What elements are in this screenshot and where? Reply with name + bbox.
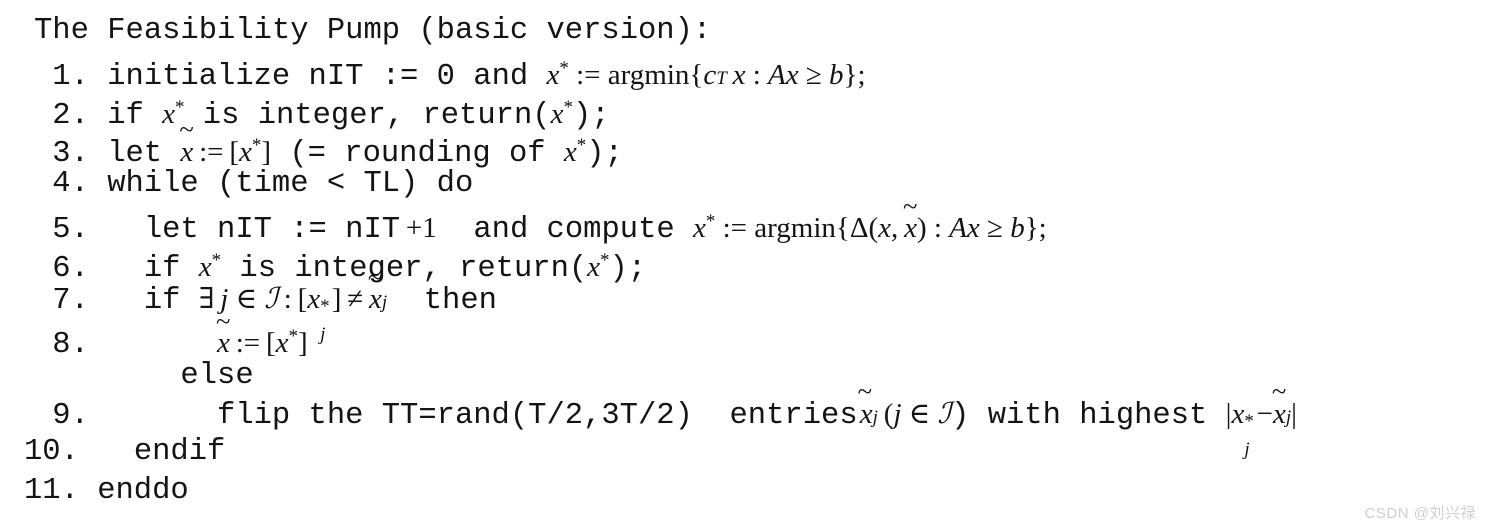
step-5-x-tilde: ~ x (903, 190, 918, 245)
step-number-9: 9. (52, 398, 89, 433)
step-7-exists: ∃ (198, 283, 215, 316)
step-number-8: 8. (52, 328, 89, 363)
algorithm-step-9: 9. flip the TT=rand(T/2,3T/2) entries ~ x j… (0, 376, 1488, 460)
step-7-x-star-j: x * j (307, 283, 330, 346)
step-1-A: A (768, 59, 786, 92)
algorithm-step-10: 10. endif (0, 433, 1488, 471)
step-9-x-tilde-2: ~ x (1271, 376, 1287, 430)
algorithm-step-5: 5. let nIT := nIT +1 and compute x* := a… (0, 193, 1488, 248)
step-7-if: if (143, 284, 199, 319)
step-7-element-of: ∈ (235, 283, 258, 316)
algorithm-block: The Feasibility Pump (basic version): 1.… (0, 0, 1488, 510)
algorithm-step-1: 1. initialize nIT := 0 and x* := argmin{… (0, 50, 1488, 94)
step-7-I-cal: ℐ (264, 283, 278, 316)
step-1-c: c (703, 59, 717, 92)
step-6-x-star-2: x* (587, 249, 610, 283)
step-1-b: b (829, 59, 844, 92)
step-7-lbracket: [ (297, 283, 308, 316)
step-5-A: A (949, 212, 967, 245)
step-3-x-tilde: ~ x (179, 114, 194, 168)
step-7-then: then (387, 284, 497, 319)
step-1-assign-op: := (576, 59, 601, 92)
step-8-lbracket: [ (265, 327, 276, 360)
step-7-x-tilde-j: ~ x (367, 261, 383, 316)
step-9-x-tilde: ~ x (857, 376, 873, 430)
step-number-7: 7. (52, 284, 89, 319)
step-5-b: b (1010, 212, 1025, 245)
step-5-x: x (878, 212, 892, 245)
step-5-lbrace: { (835, 212, 850, 245)
step-9-with-highest: ) with highest (951, 398, 1226, 433)
step-1-argmin: argmin (607, 59, 690, 92)
step-5-lparen: ( (868, 212, 879, 245)
algorithm-title: The Feasibility Pump (basic version): (34, 14, 712, 48)
step-number-4: 4. (52, 167, 89, 202)
algorithm-step-8: 8. ~ x := [x*] (0, 308, 1488, 363)
step-5-Ax: x (966, 212, 980, 245)
step-5-geq: ≥ (987, 212, 1003, 245)
step-5-plus-one: +1 (405, 212, 437, 245)
step-5-rbrace: }; (1024, 212, 1047, 245)
step-5-assign: := (722, 212, 748, 245)
step-1-x: x (732, 59, 746, 92)
step-9-bar-close: | (1291, 397, 1297, 430)
step-7-colon: : (277, 283, 298, 316)
algorithm-step-3: 3. let ~ x := [x*] (= rounding of x*); (0, 116, 1488, 171)
step-5-delta: Δ (849, 212, 869, 245)
step-number-5: 5. (52, 213, 89, 248)
step-9-element-of: ∈ (908, 397, 931, 430)
step-9-I-cal: ℐ (937, 397, 952, 430)
step-9-j: j (893, 397, 902, 430)
step-number-1: 1. (52, 60, 89, 95)
step-7-rbracket: ] (331, 283, 342, 316)
step-5-and-compute: and compute (436, 213, 693, 248)
step-1-lbrace: { (689, 59, 704, 92)
step-4-while: while (time < TL) do (107, 167, 474, 202)
step-3-end: ); (586, 136, 623, 171)
step-7-neq: ≠ (347, 283, 364, 316)
step-9-lparen: ( (883, 397, 894, 430)
step-11-enddo: enddo (97, 473, 189, 508)
step-5-x-star: x* (692, 211, 716, 245)
step-1-Ax: x (785, 59, 799, 92)
step-number-2: 2. (52, 98, 89, 133)
algorithm-step-11: 11. enddo (0, 472, 1488, 510)
step-number-11: 11. (24, 473, 79, 508)
step-5-rparen: ) (916, 212, 927, 245)
step-9-x-star-j: x * j (1231, 397, 1254, 460)
step-1-colon: : (745, 59, 769, 92)
step-8-x-tilde: ~ x (215, 305, 231, 360)
algorithm-step-4: 4. while (time < TL) do (0, 165, 1488, 203)
step-3-x-star-2: x* (563, 134, 587, 168)
step-9-flip: flip the TT=rand(T/2,3T/2) entries (217, 398, 858, 433)
step-1-code: initialize nIT := 0 and (107, 60, 547, 95)
step-2-if: if (107, 98, 163, 133)
step-1-rbrace: }; (843, 59, 866, 92)
step-8-x-star: x* (275, 326, 298, 360)
step-6-end: ); (609, 251, 647, 286)
step-1-geq: ≥ (805, 59, 822, 92)
step-5-let-nit: let nIT := nIT (143, 213, 401, 248)
step-8-rbracket: ] (297, 327, 308, 360)
step-number-10: 10. (24, 435, 79, 470)
step-9-minus: − (1256, 397, 1273, 430)
csdn-watermark: CSDN @刘兴禄 (1364, 505, 1476, 522)
step-5-argmin: argmin (754, 212, 836, 245)
step-5-colon: : (926, 212, 950, 245)
step-10-endif: endif (133, 435, 226, 470)
step-1-T: T (716, 68, 727, 90)
